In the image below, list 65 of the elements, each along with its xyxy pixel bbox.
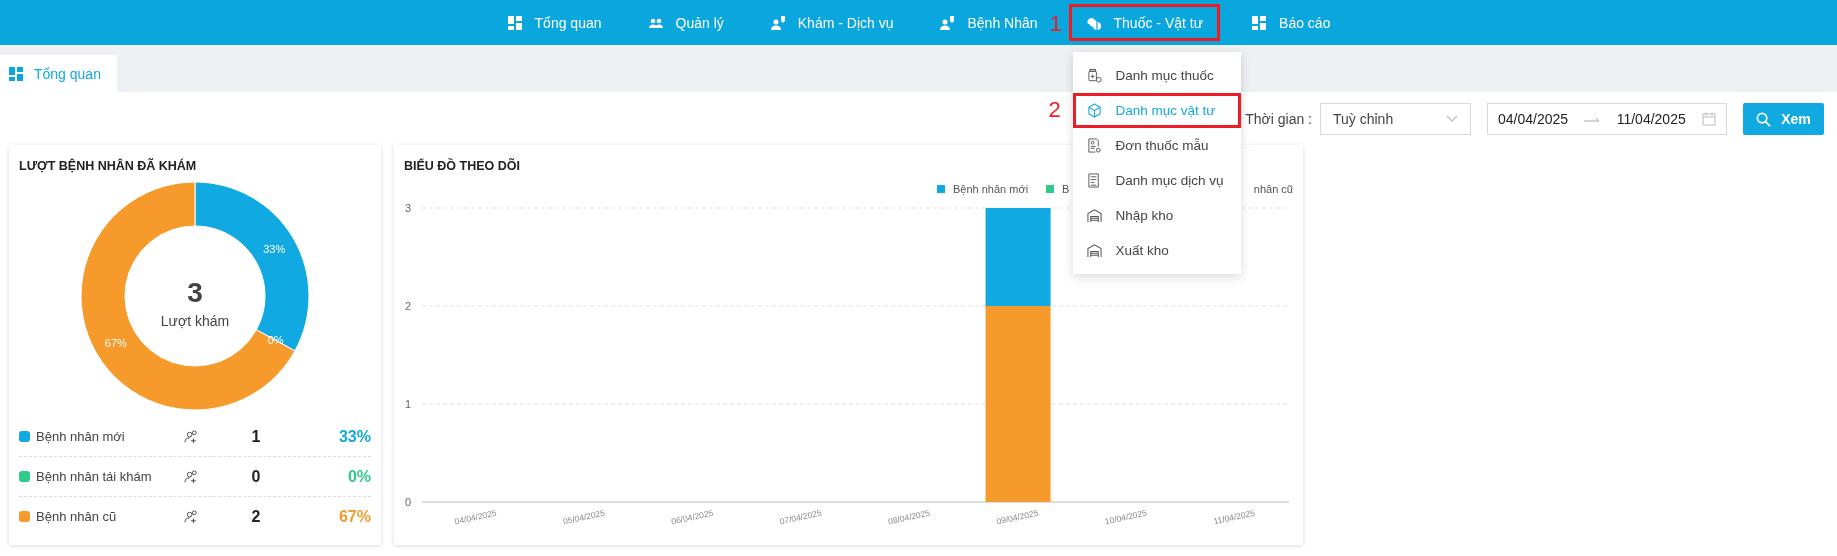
add-users-icon [184,469,199,484]
axis-tick-label: 11/04/2025 [1212,507,1256,527]
axis-tick-label: 09/04/2025 [995,507,1040,527]
dropdown-menu-item[interactable]: Xuất kho [1072,233,1241,268]
period-select[interactable]: Tuỳ chỉnh [1320,103,1471,135]
card-title: LƯỢT BỆNH NHÂN ĐÃ KHÁM [19,159,197,173]
slice-label: 33% [263,243,286,256]
percentage: 67% [337,507,371,526]
search-icon [1756,111,1772,127]
percentage: 33% [337,427,371,446]
axis-tick-label: 07/04/2025 [778,507,823,527]
legend-label: nhân cũ [1253,183,1293,195]
total-count: 3 [187,277,203,308]
add-users-icon [184,429,199,444]
percentage: 0% [346,467,371,486]
axis-tick-label: 08/04/2025 [887,507,931,527]
dashboard-icon [506,14,523,31]
filter-label: Thời gian : [1245,111,1312,127]
chevron-down-icon [1446,115,1458,123]
patient-count: 2 [250,507,262,526]
axis-tick-label: 3 [404,202,412,214]
view-button[interactable]: Xem [1743,103,1824,135]
dropdown-menu-item[interactable]: Đơn thuốc mẫu [1072,128,1241,163]
dropdown-menu-item[interactable]: Nhập kho [1072,198,1241,233]
list-document-icon [1086,173,1102,188]
annotation-number: 1 [1049,11,1062,37]
nav-menu-item[interactable]: Tổng quan [492,5,616,40]
cube-icon [1086,103,1102,118]
warehouse-icon [1086,243,1102,258]
axis-tick-label: 05/04/2025 [562,507,606,527]
dashboard-icon [8,65,24,82]
date-range-field[interactable]: 04/04/2025 11/04/2025 [1487,103,1727,135]
dropdown-menu-item[interactable]: Danh mục dịch vụ [1072,163,1241,198]
nav-menu-item[interactable]: Báo cáo [1237,5,1345,40]
warehouse-icon [1086,208,1102,223]
doctor-icon [769,14,786,31]
axis-tick-label: 1 [404,398,412,410]
doctor-icon [939,14,956,31]
slice-label: 67% [104,336,127,349]
total-label: Lượt khám [160,313,230,329]
nav-menu-item[interactable]: Khám - Dịch vụ [755,5,908,40]
nav-menu-item[interactable]: Bệnh Nhân [925,5,1052,40]
legend-label: Bệnh nhân cũ [36,509,118,524]
legend-label: Bệnh nhân mới [953,183,1029,195]
legend-label: B [1062,183,1070,195]
patient-count: 0 [250,467,262,486]
add-users-icon [184,509,199,524]
dashboard-icon [1251,14,1268,31]
dropdown-menu-item[interactable]: Danh mục thuốc [1072,58,1241,93]
axis-tick-label: 2 [404,300,412,312]
dropdown-menu-item[interactable]: Danh mục vật tư [1072,93,1241,128]
tab[interactable]: Tổng quan [0,55,117,92]
calendar-icon [1702,112,1716,126]
nav-menu-item[interactable]: Quản lý [633,5,738,40]
document-icon [1086,138,1102,153]
nav-menu-item[interactable]: Thuốc - Vật tư [1069,5,1220,40]
card-title: BIỂU ĐỒ THEO DÕI [404,159,520,173]
medicine-bottle-icon [1086,68,1102,83]
legend-label: Bệnh nhân tái khám [36,469,153,484]
legend-label: Bệnh nhân mới [36,429,126,444]
axis-tick-label: 04/04/2025 [453,507,498,527]
axis-tick-label: 06/04/2025 [670,507,715,527]
axis-tick-label: 0 [404,496,412,508]
patient-count: 1 [250,427,262,446]
annotation-number: 2 [1048,97,1061,123]
